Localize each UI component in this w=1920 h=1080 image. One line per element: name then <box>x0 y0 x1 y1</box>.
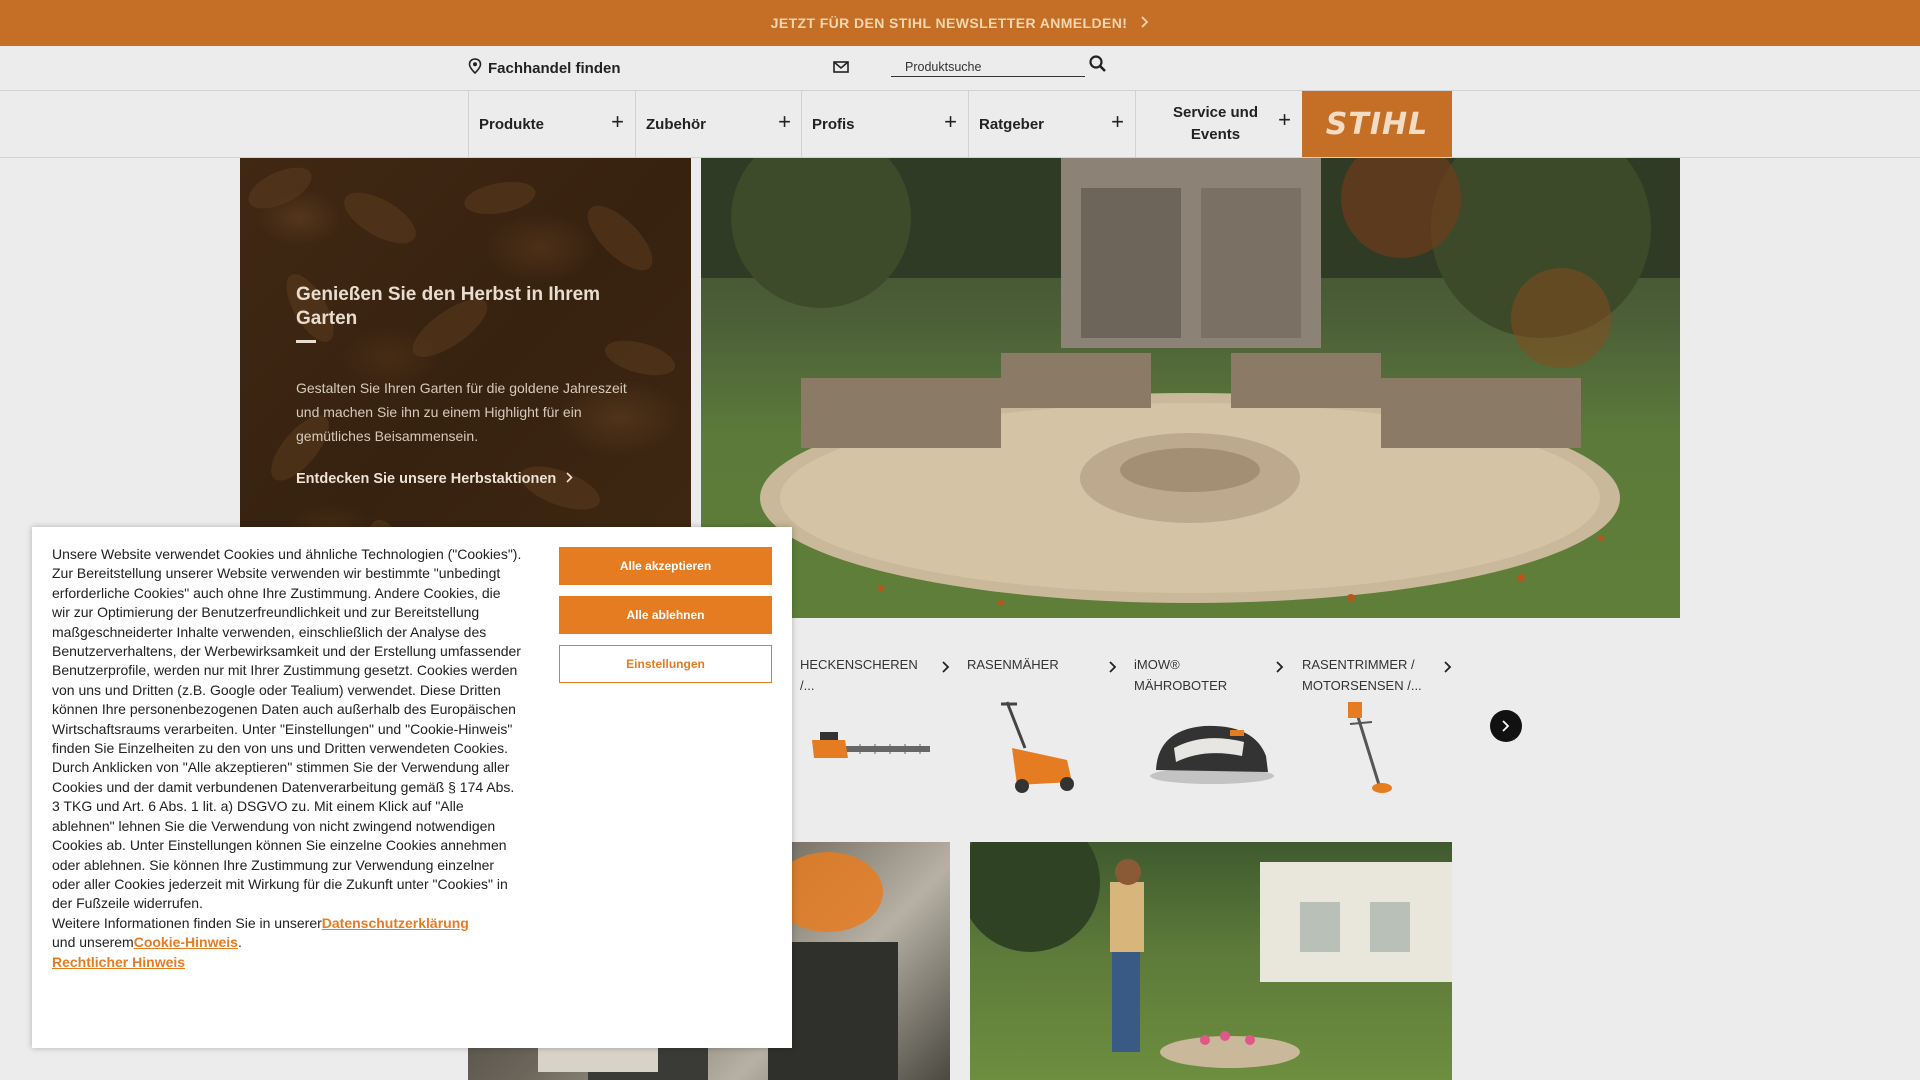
cookie-more-info-text: Weitere Informationen finden Sie in unse… <box>52 914 322 931</box>
category-label[interactable]: iMOW® MÄHROBOTER <box>1134 654 1254 696</box>
hero-cta-link[interactable]: Entdecken Sie unsere Herbstaktionen <box>296 471 573 487</box>
chevron-right-icon <box>1141 15 1149 31</box>
nav-item-ratgeber[interactable]: Ratgeber + <box>968 91 1134 157</box>
plus-icon: + <box>1278 107 1291 132</box>
cookie-and-text: und unserem <box>52 934 134 951</box>
accept-all-button[interactable]: Alle akzeptieren <box>559 547 772 585</box>
category-robot-mower[interactable]: iMOW® MÄHROBOTER <box>1134 654 1284 804</box>
hero-title-underline <box>296 340 316 343</box>
hero-title: Genießen Sie den Herbst in Ihrem Garten <box>296 284 601 329</box>
legal-notice-link[interactable]: Rechtlicher Hinweis <box>52 954 185 970</box>
dealer-finder-label[interactable]: Fachhandel finden <box>488 60 621 77</box>
teaser-tile-garden-image[interactable] <box>970 842 1452 1080</box>
cookie-settings-button[interactable]: Einstellungen <box>559 645 772 683</box>
plus-icon: + <box>1111 109 1124 134</box>
nav-item-zubehoer[interactable]: Zubehör + <box>635 91 801 157</box>
nav-item-service-events[interactable]: Service und Events + <box>1135 91 1301 157</box>
chevron-right-icon <box>1109 660 1117 676</box>
cookie-period: . <box>237 934 242 951</box>
search-input[interactable]: Produktsuche <box>891 56 1085 77</box>
dealer-finder-link[interactable]: Fachhandel finden <box>468 58 621 78</box>
plus-icon: + <box>778 109 791 134</box>
nav-item-label: Zubehör <box>646 115 706 133</box>
chevron-right-icon <box>942 660 950 676</box>
cookie-notice-link[interactable]: Cookie-Hinweis <box>134 934 238 950</box>
cookie-consent-dialog: Unsere Website verwendet Cookies und ähn… <box>32 527 792 1048</box>
nav-item-label: Produkte <box>479 115 545 133</box>
hero-cta-label[interactable]: Entdecken Sie unsere Herbstaktionen <box>296 471 556 487</box>
carousel-next-button[interactable] <box>1490 710 1522 742</box>
nav-item-label: Service und Events <box>1172 104 1259 143</box>
woman-trimming-lawn-illustration <box>970 842 1452 1068</box>
nav-item-label: Profis <box>812 115 855 133</box>
plus-icon: + <box>944 109 957 134</box>
category-label[interactable]: RASENMÄHER <box>967 654 1087 675</box>
category-label[interactable]: RASENTRIMMER / MOTORSENSEN /... <box>1302 654 1422 696</box>
logo-text: STIHL <box>1325 106 1429 142</box>
nav-item-label: Ratgeber <box>979 115 1045 133</box>
hedge-trimmer-image <box>812 732 930 758</box>
category-hedge-trimmer[interactable]: HECKENSCHEREN /... <box>800 654 950 804</box>
nav-item-produkte[interactable]: Produkte + <box>468 91 634 157</box>
hero-garden-image <box>701 158 1680 618</box>
hero-body: Gestalten Sie Ihren Garten für die golde… <box>296 380 627 444</box>
chevron-right-icon <box>1444 660 1452 676</box>
chevron-right-icon <box>566 471 573 487</box>
lawn-mower-image <box>1001 701 1074 793</box>
chevron-right-icon <box>1502 720 1510 732</box>
cookie-consent-text: Unsere Website verwendet Cookies und ähn… <box>52 546 522 912</box>
chevron-right-icon <box>1276 660 1284 676</box>
nav-item-profis[interactable]: Profis + <box>801 91 967 157</box>
garden-fire-pit-illustration <box>701 158 1680 606</box>
robot-mower-image <box>1150 725 1274 784</box>
grass-trimmer-image <box>1348 702 1392 793</box>
newsletter-banner[interactable]: JETZT FÜR DEN STIHL NEWSLETTER ANMELDEN! <box>0 0 1920 46</box>
mail-icon[interactable] <box>833 60 849 76</box>
cookie-consent-text-block: Unsere Website verwendet Cookies und ähn… <box>52 545 522 972</box>
privacy-policy-link[interactable]: Datenschutzerklärung <box>322 915 469 931</box>
plus-icon: + <box>611 109 624 134</box>
utility-bar: Fachhandel finden Produktsuche <box>0 46 1920 91</box>
stihl-logo[interactable]: STIHL <box>1302 91 1452 157</box>
search-icon[interactable] <box>1088 54 1112 78</box>
location-pin-icon <box>468 58 482 78</box>
category-lawn-mower[interactable]: RASENMÄHER <box>967 654 1117 804</box>
category-grass-trimmer[interactable]: RASENTRIMMER / MOTORSENSEN /... <box>1302 654 1452 804</box>
newsletter-banner-text[interactable]: JETZT FÜR DEN STIHL NEWSLETTER ANMELDEN! <box>771 15 1128 31</box>
category-label[interactable]: HECKENSCHEREN /... <box>800 654 920 696</box>
main-navigation: Produkte + Zubehör + Profis + Ratgeber +… <box>0 91 1920 158</box>
reject-all-button[interactable]: Alle ablehnen <box>559 596 772 634</box>
